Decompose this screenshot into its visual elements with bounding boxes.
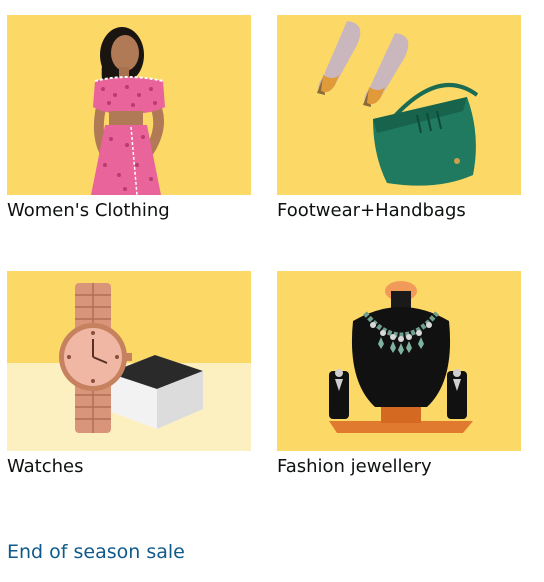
womens-clothing-image[interactable]: [7, 15, 251, 195]
category-card-fashion-jewellery[interactable]: Fashion jewellery: [277, 271, 521, 478]
category-card-womens-clothing[interactable]: Women's Clothing: [7, 15, 251, 222]
womens-clothing-label[interactable]: Women's Clothing: [7, 200, 251, 222]
watches-label[interactable]: Watches: [7, 456, 251, 478]
footwear-handbags-label[interactable]: Footwear+Handbags: [277, 200, 521, 222]
watches-image[interactable]: [7, 271, 251, 451]
end-of-season-sale-link[interactable]: End of season sale: [7, 540, 185, 564]
fashion-jewellery-image[interactable]: [277, 271, 521, 451]
footwear-handbags-image[interactable]: [277, 15, 521, 195]
fashion-jewellery-label[interactable]: Fashion jewellery: [277, 456, 521, 478]
category-card-footwear-handbags[interactable]: Footwear+Handbags: [277, 15, 521, 222]
category-card-watches[interactable]: Watches: [7, 271, 251, 478]
